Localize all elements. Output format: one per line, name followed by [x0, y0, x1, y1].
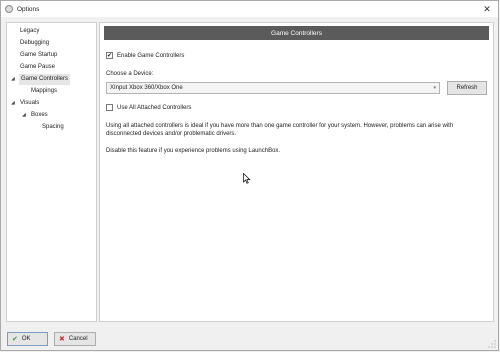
tree-item-visuals[interactable]: Visuals: [20, 98, 39, 109]
use-all-controllers-label: Use All Attached Controllers: [117, 104, 192, 111]
tree-item-debugging[interactable]: Debugging: [20, 38, 49, 49]
refresh-button[interactable]: Refresh: [447, 81, 487, 95]
resize-grip-icon[interactable]: [488, 340, 496, 348]
app-icon: [5, 5, 13, 13]
ok-button[interactable]: ✔ OK: [7, 332, 48, 346]
tree-item-legacy[interactable]: Legacy: [20, 26, 39, 37]
expanded-arrow-icon[interactable]: ◢: [11, 98, 15, 109]
enable-game-controllers-checkbox[interactable]: ✔: [106, 52, 113, 59]
cancel-button[interactable]: ✖ Cancel: [54, 332, 96, 346]
title-bar[interactable]: Options ✕: [1, 1, 498, 17]
tree-item-game-startup[interactable]: Game Startup: [20, 50, 57, 61]
checkmark-icon: ✔: [106, 52, 113, 59]
tree-item-label: Game Startup: [20, 52, 58, 58]
tree-item-spacing[interactable]: Spacing: [42, 122, 64, 133]
ok-button-label: OK: [21, 336, 31, 342]
cancel-button-label: Cancel: [68, 336, 88, 342]
use-all-controllers-row[interactable]: Use All Attached Controllers: [106, 104, 191, 111]
tree-item-boxes[interactable]: Boxes: [31, 110, 48, 121]
options-window: Options ✕ Legacy Debugging Game Startup …: [0, 0, 499, 351]
panel-header: Game Controllers: [104, 26, 489, 40]
disable-note-text: Disable this feature if you experience p…: [106, 148, 281, 154]
use-all-controllers-checkbox[interactable]: [106, 104, 113, 111]
enable-game-controllers-label: Enable Game Controllers: [117, 52, 185, 59]
close-button[interactable]: ✕: [476, 1, 498, 17]
choose-device-label: Choose a Device:: [106, 71, 154, 77]
tree-item-label: Visuals: [20, 100, 40, 106]
tree-item-label: Spacing: [42, 124, 64, 130]
device-select-value: XInput Xbox 360/Xbox One: [110, 85, 183, 91]
cancel-x-icon: ✖: [59, 335, 65, 343]
settings-panel: Game Controllers ✔ Enable Game Controlle…: [99, 22, 494, 322]
mouse-cursor-icon: [243, 173, 251, 184]
tree-item-label: Legacy: [20, 28, 40, 34]
tree-item-label: Game Controllers: [21, 76, 69, 82]
tree-item-label: Mappings: [31, 88, 58, 94]
tree-item-label: Game Pause: [20, 64, 56, 70]
tree-item-label: Boxes: [31, 112, 48, 118]
expanded-arrow-icon[interactable]: ◢: [22, 110, 26, 121]
tree-item-game-controllers[interactable]: Game Controllers: [19, 74, 71, 85]
tree-item-mappings[interactable]: Mappings: [31, 86, 57, 97]
tree-item-game-pause[interactable]: Game Pause: [20, 62, 55, 73]
checkmark-icon: ✔: [12, 335, 18, 343]
tree-item-label: Debugging: [20, 40, 50, 46]
enable-game-controllers-row[interactable]: ✔ Enable Game Controllers: [106, 52, 184, 59]
description-text: Using all attached controllers is ideal …: [106, 123, 454, 137]
expanded-arrow-icon[interactable]: ◢: [11, 74, 15, 85]
chevron-down-icon: ▾: [433, 85, 436, 91]
options-tree: Legacy Debugging Game Startup Game Pause…: [6, 22, 97, 322]
device-select[interactable]: XInput Xbox 360/Xbox One ▾: [106, 82, 440, 94]
window-title: Options: [17, 5, 40, 13]
